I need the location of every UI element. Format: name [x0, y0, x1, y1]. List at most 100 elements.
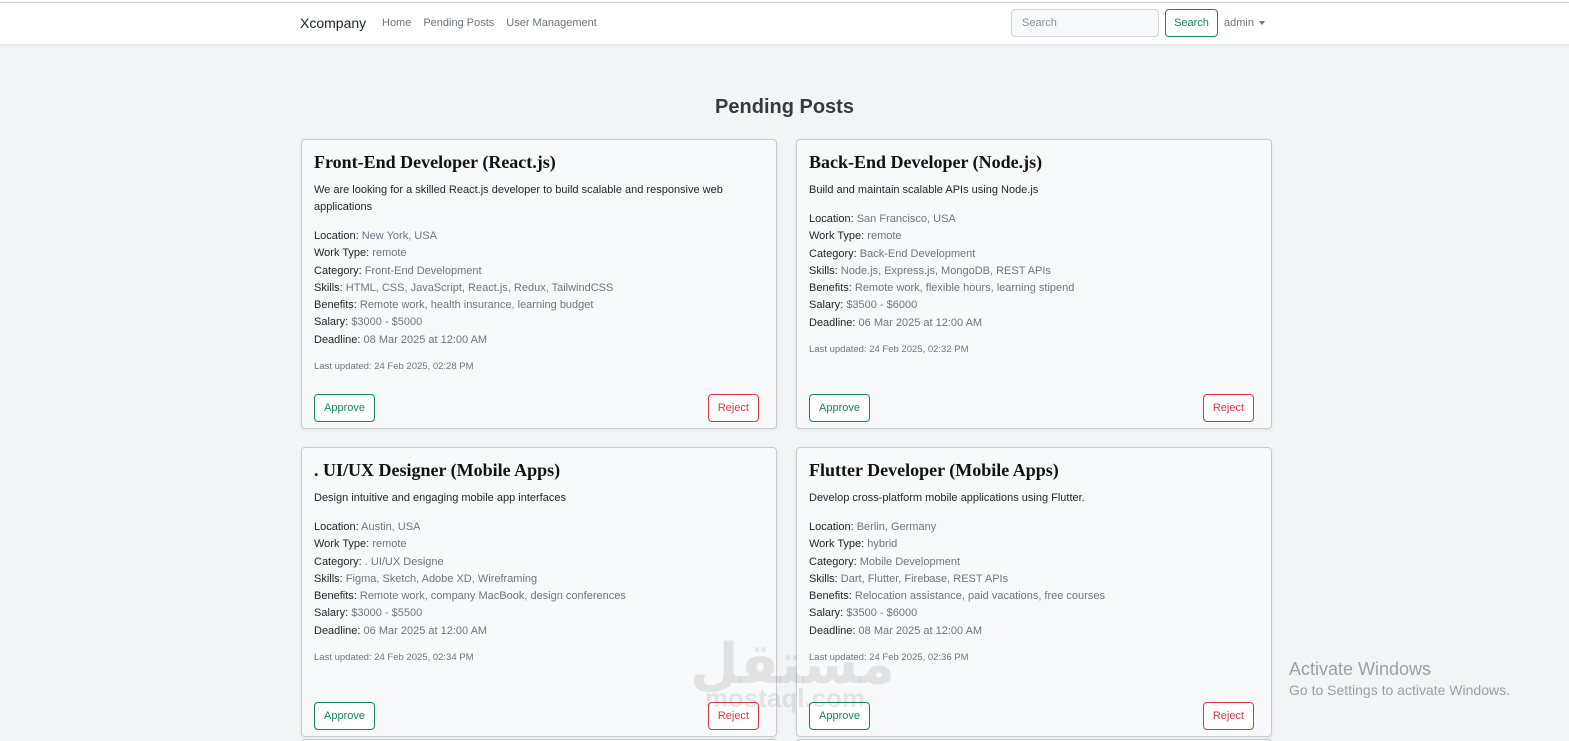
activate-windows-watermark: Activate Windows Go to Settings to activ… — [1289, 659, 1510, 698]
field-label: Salary: — [314, 316, 349, 329]
post-card: . UI/UX Designer (Mobile Apps) Design int… — [301, 447, 777, 737]
field-value: Relocation assistance, paid vacations, f… — [854, 590, 1105, 603]
nav-link-home[interactable]: Home — [382, 17, 411, 29]
field-value: Dart, Flutter, Firebase, REST APIs — [840, 572, 1009, 585]
post-field-location: Location: Austin, USA — [314, 519, 764, 536]
post-fields: Location: New York, USA Work Type: remote… — [314, 228, 764, 349]
field-value: remote — [372, 247, 407, 260]
post-field-work-type: Work Type: remote — [314, 536, 764, 553]
field-value: 08 Mar 2025 at 12:00 AM — [363, 333, 488, 346]
nav-link-pending-posts[interactable]: Pending Posts — [423, 17, 494, 29]
post-field-deadline: Deadline: 08 Mar 2025 at 12:00 AM — [314, 332, 764, 349]
post-field-category: Category: . UI/UX Designe — [314, 554, 764, 571]
post-field-location: Location: New York, USA — [314, 228, 764, 245]
field-value: 06 Mar 2025 at 12:00 AM — [363, 624, 488, 637]
field-label: Salary: — [809, 299, 844, 312]
field-label: Location: — [314, 521, 359, 533]
user-name: admin — [1224, 17, 1254, 29]
post-field-benefits: Benefits: Remote work, company MacBook, … — [314, 588, 764, 605]
field-label: Work Type: — [809, 230, 865, 243]
last-updated: Last updated: 24 Feb 2025, 02:32 PM — [809, 344, 969, 356]
post-fields: Location: Austin, USA Work Type: remote Ca… — [314, 519, 764, 640]
post-description: We are looking for a skilled React.js de… — [314, 184, 723, 213]
post-field-skills: Skills: HTML, CSS, JavaScript, React.js,… — [314, 280, 764, 297]
field-value: Node.js, Express.js, MongoDB, REST APIs — [840, 264, 1051, 277]
search-input[interactable] — [1011, 9, 1159, 37]
field-label: Skills: — [809, 572, 838, 585]
post-card: Front-End Developer (React.js) We are loo… — [301, 139, 777, 429]
field-value: New York, USA — [361, 230, 437, 242]
field-value: $3500 - $6000 — [846, 299, 918, 312]
last-updated: Last updated: 24 Feb 2025, 02:36 PM — [809, 652, 969, 664]
field-value: $3000 - $5000 — [351, 316, 423, 329]
field-label: Skills: — [314, 572, 343, 585]
caret-down-icon — [1258, 21, 1265, 26]
post-field-work-type: Work Type: remote — [809, 228, 1259, 245]
field-label: Benefits: — [314, 590, 357, 603]
approve-button[interactable]: Approve — [314, 394, 375, 422]
post-field-skills: Skills: Figma, Sketch, Adobe XD, Wirefra… — [314, 571, 764, 588]
field-value: Austin, USA — [361, 521, 421, 533]
user-menu-dropdown[interactable]: admin — [1224, 17, 1265, 29]
activate-windows-title: Activate Windows — [1289, 659, 1432, 679]
post-card: Flutter Developer (Mobile Apps) Develop c… — [796, 447, 1272, 737]
post-fields: Location: San Francisco, USA Work Type: r… — [809, 211, 1259, 332]
field-value: . UI/UX Designe — [364, 555, 444, 568]
reject-button[interactable]: Reject — [707, 394, 759, 422]
field-value: HTML, CSS, JavaScript, React.js, Redux, … — [345, 281, 614, 294]
field-label: Category: — [809, 555, 857, 568]
post-field-salary: Salary: $3500 - $6000 — [809, 605, 1259, 622]
field-value: Front-End Development — [364, 264, 482, 277]
field-value: $3000 - $5500 — [351, 607, 423, 620]
post-field-benefits: Benefits: Remote work, flexible hours, l… — [809, 280, 1259, 297]
post-fields: Location: Berlin, Germany Work Type: hybr… — [809, 519, 1259, 640]
field-value: 08 Mar 2025 at 12:00 AM — [858, 624, 983, 637]
last-updated: Last updated: 24 Feb 2025, 02:34 PM — [314, 652, 474, 664]
brand-link[interactable]: Xcompany — [300, 15, 366, 31]
field-label: Category: — [809, 247, 857, 260]
field-label: Deadline: — [809, 316, 856, 329]
post-field-category: Category: Back-End Development — [809, 246, 1259, 263]
post-field-location: Location: Berlin, Germany — [809, 519, 1259, 536]
reject-button[interactable]: Reject — [1202, 702, 1254, 730]
field-value: Figma, Sketch, Adobe XD, Wireframing — [345, 572, 538, 585]
field-value: Mobile Development — [859, 555, 961, 568]
field-label: Skills: — [809, 264, 838, 277]
field-value: Berlin, Germany — [856, 521, 937, 533]
field-value: Remote work, flexible hours, learning st… — [854, 282, 1075, 295]
approve-button[interactable]: Approve — [809, 702, 870, 730]
post-field-salary: Salary: $3000 - $5000 — [314, 314, 764, 331]
post-field-skills: Skills: Dart, Flutter, Firebase, REST AP… — [809, 571, 1259, 588]
field-label: Category: — [314, 555, 362, 568]
post-field-skills: Skills: Node.js, Express.js, MongoDB, RE… — [809, 263, 1259, 280]
nav-link-user-management[interactable]: User Management — [506, 17, 597, 29]
post-field-deadline: Deadline: 06 Mar 2025 at 12:00 AM — [809, 315, 1259, 332]
post-field-benefits: Benefits: Relocation assistance, paid va… — [809, 588, 1259, 605]
post-field-benefits: Benefits: Remote work, health insurance,… — [314, 297, 764, 314]
field-value: Remote work, company MacBook, design con… — [359, 590, 626, 603]
navbar: Xcompany Home Pending Posts User Managem… — [0, 3, 1569, 45]
reject-button[interactable]: Reject — [1202, 394, 1254, 422]
page-title: Pending Posts — [715, 96, 854, 118]
post-description: Develop cross-platform mobile applicatio… — [809, 492, 1085, 504]
field-value: Back-End Development — [859, 247, 976, 260]
nav-links: Home Pending Posts User Management — [382, 17, 597, 29]
field-value: remote — [372, 538, 407, 551]
approve-button[interactable]: Approve — [314, 702, 375, 730]
post-description: Design intuitive and engaging mobile app… — [314, 492, 566, 504]
field-label: Deadline: — [314, 333, 361, 346]
field-label: Work Type: — [314, 247, 370, 260]
field-value: remote — [867, 230, 902, 243]
post-field-salary: Salary: $3000 - $5500 — [314, 605, 764, 622]
last-updated: Last updated: 24 Feb 2025, 02:28 PM — [314, 361, 474, 373]
field-label: Work Type: — [314, 538, 370, 551]
field-label: Deadline: — [314, 624, 361, 637]
reject-button[interactable]: Reject — [707, 702, 759, 730]
post-title: Back-End Developer (Node.js) — [809, 152, 1043, 172]
post-description: Build and maintain scalable APIs using N… — [809, 184, 1039, 196]
post-field-category: Category: Front-End Development — [314, 263, 764, 280]
post-field-work-type: Work Type: remote — [314, 245, 764, 262]
field-label: Deadline: — [809, 624, 856, 637]
approve-button[interactable]: Approve — [809, 394, 870, 422]
search-button[interactable]: Search — [1165, 9, 1218, 37]
